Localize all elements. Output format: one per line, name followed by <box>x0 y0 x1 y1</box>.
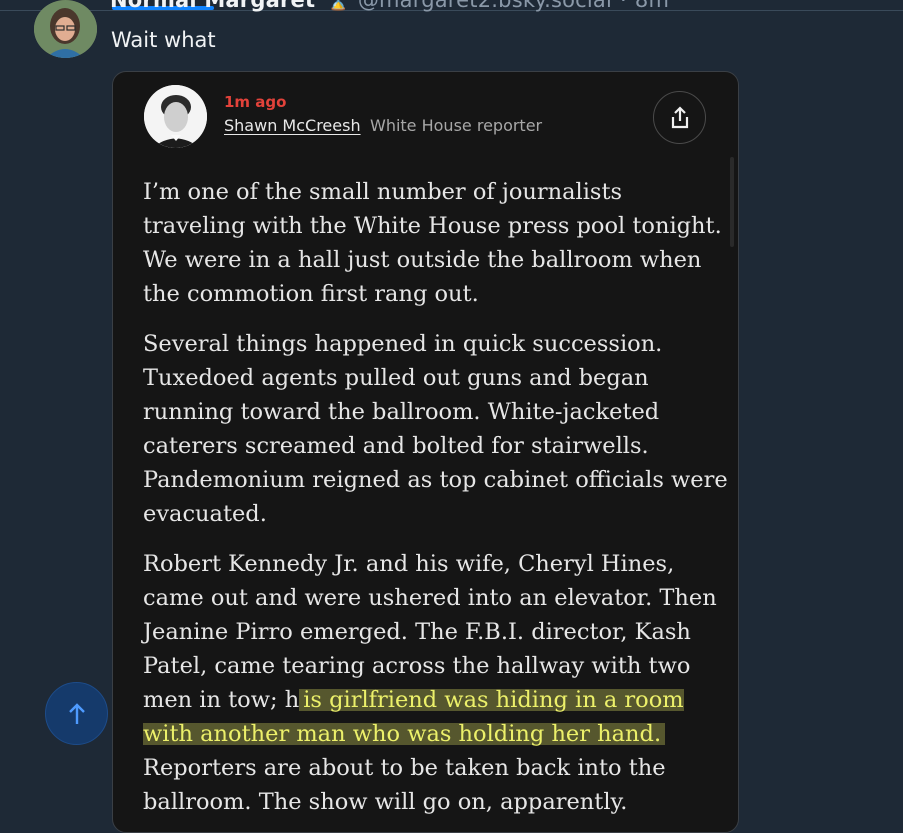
share-icon <box>671 105 688 128</box>
hourglass-icon: ⌛ <box>327 0 350 12</box>
reporter-name-link[interactable]: Shawn McCreesh <box>224 116 361 135</box>
avatar-image <box>34 0 97 58</box>
embedded-post-card[interactable]: 1m ago Shawn McCreesh White House report… <box>112 71 739 833</box>
paragraph-1: I’m one of the small number of journalis… <box>143 179 722 307</box>
paragraph-2: Several things happened in quick success… <box>143 331 728 527</box>
post-text: Wait what <box>111 28 216 52</box>
author-name[interactable]: Normal Margaret <box>110 0 315 12</box>
reporter-photo-image <box>144 85 207 148</box>
reporter-role: White House reporter <box>370 116 543 135</box>
author-handle[interactable]: @margaret2.bsky.social <box>358 0 612 12</box>
avatar[interactable] <box>34 0 97 58</box>
share-button[interactable] <box>653 91 706 144</box>
post-timestamp: 1m ago <box>224 93 287 111</box>
paragraph-3-end: Reporters are about to be taken back int… <box>143 755 666 815</box>
reporter-avatar <box>144 85 207 148</box>
arrow-up-icon <box>68 702 85 724</box>
post-time: 8m <box>634 0 670 12</box>
scrollbar[interactable] <box>730 157 734 247</box>
scroll-to-top-button[interactable] <box>45 682 108 745</box>
separator-dot: · <box>620 0 627 12</box>
paragraph-3: Robert Kennedy Jr. and his wife, Cheryl … <box>143 547 728 819</box>
article-body: I’m one of the small number of journalis… <box>143 175 728 832</box>
post-author-line: Normal Margaret ⌛ @margaret2.bsky.social · 8… <box>110 0 669 12</box>
